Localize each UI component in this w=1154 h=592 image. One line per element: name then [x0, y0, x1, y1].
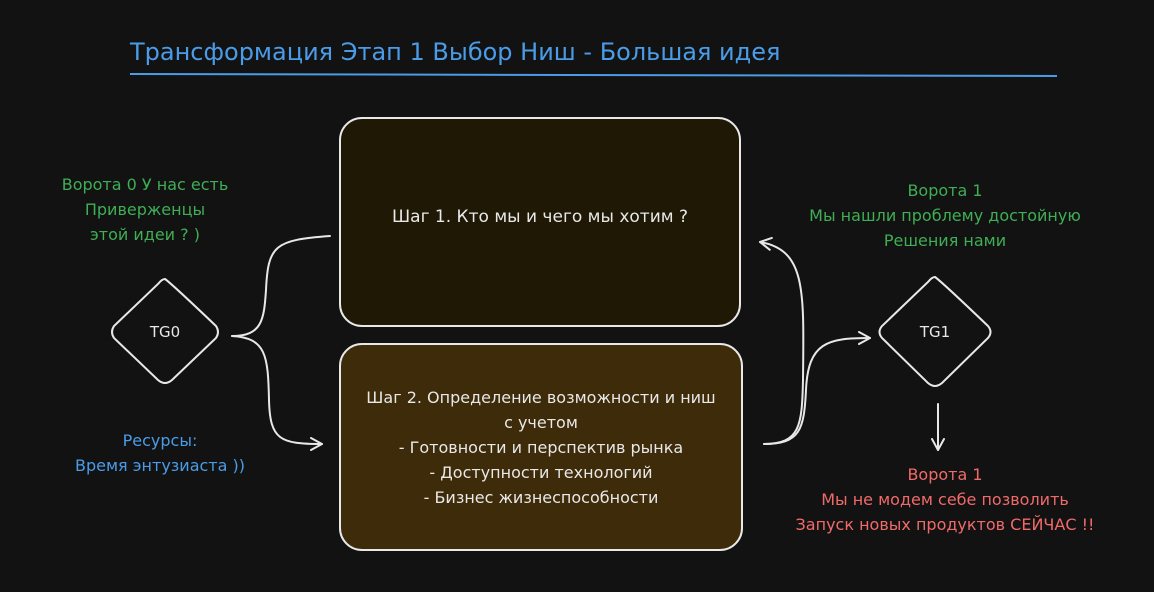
diagram-canvas: Трансформация Этап 1 Выбор Ниш - Большая…	[0, 0, 1154, 592]
resources-annotation: Ресурсы: Время энтузиаста ))	[75, 431, 245, 475]
gate1-warning-annotation: Ворота 1 Мы не модем себе позволить Запу…	[795, 465, 1095, 534]
gate0-annotation: Ворота 0 У нас есть Приверженцы этой иде…	[61, 175, 229, 244]
step2-label: Шаг 2. Определение возможности и ниш с у…	[366, 388, 716, 507]
title-underline	[129, 73, 1058, 78]
connector-step2-tg1	[763, 331, 871, 445]
diagram-title: Трансформация Этап 1 Выбор Ниш - Большая…	[130, 38, 781, 66]
step1-label: Шаг 1. Кто мы и чего мы хотим ?	[392, 207, 688, 227]
tg1-label: TG1	[919, 323, 951, 341]
connector-tg0-step1	[231, 235, 331, 337]
gate1-annotation: Ворота 1 Мы нашли проблему достойную Реш…	[809, 181, 1081, 250]
arrow-feedback-step1	[759, 236, 805, 445]
tg0-label: TG0	[149, 323, 181, 341]
